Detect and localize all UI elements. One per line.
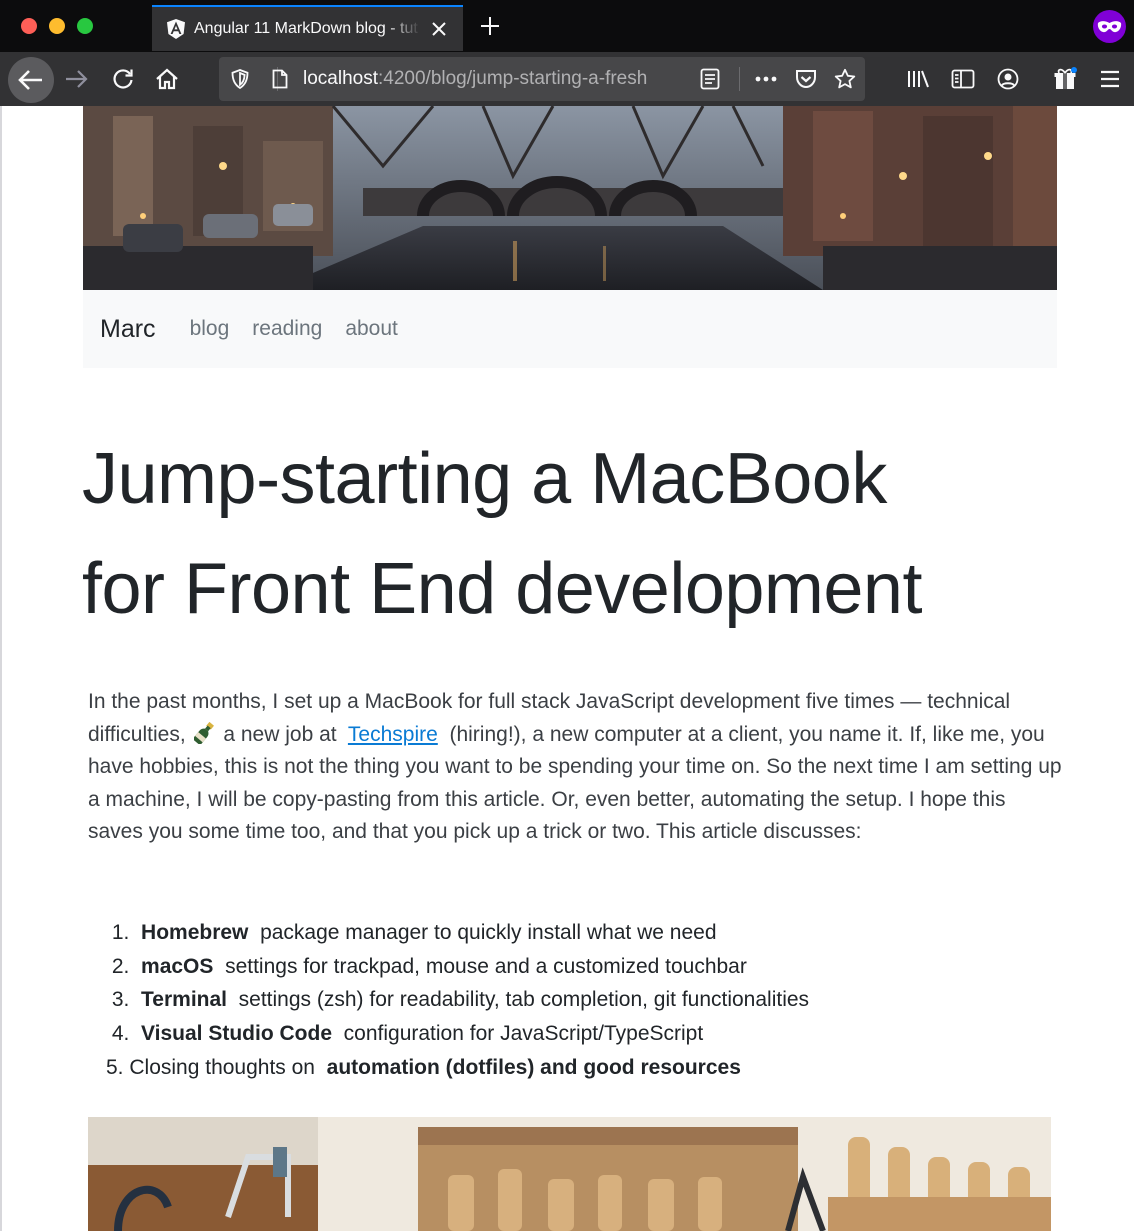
page-icon xyxy=(269,57,291,101)
tab-title: Angular 11 MarkDown blog - tut xyxy=(194,20,418,37)
browser-chrome: Angular 11 MarkDown blog - tut localhost… xyxy=(0,0,1134,106)
list-number: 1. xyxy=(111,921,130,944)
url-separator xyxy=(739,67,740,91)
window-maximize-button[interactable] xyxy=(77,18,93,34)
pocket-icon[interactable] xyxy=(792,57,820,101)
list-item: 3. Terminal settings (zsh) for readabili… xyxy=(106,983,1066,1017)
list-item: 4. Visual Studio Code configuration for … xyxy=(106,1017,1066,1051)
gift-icon[interactable] xyxy=(1050,52,1080,106)
new-tab-button[interactable] xyxy=(476,12,504,40)
list-item-text: settings for trackpad, mouse and a custo… xyxy=(225,954,747,978)
tab-strip: Angular 11 MarkDown blog - tut xyxy=(0,0,1134,52)
list-item-bold: Homebrew xyxy=(141,921,249,944)
post-intro: In the past months, I set up a MacBook f… xyxy=(88,686,1063,849)
list-item-bold: Terminal xyxy=(141,988,227,1012)
window-minimize-button[interactable] xyxy=(49,18,65,34)
sidebar-icon[interactable] xyxy=(948,52,978,106)
page-content: Marc blog reading about Jump-starting a … xyxy=(0,106,1134,1231)
url-host: localhost xyxy=(303,68,378,89)
menu-icon[interactable] xyxy=(1095,52,1125,106)
bookmark-star-icon[interactable] xyxy=(831,57,859,101)
nav-link-blog[interactable]: blog xyxy=(190,317,230,341)
angular-icon xyxy=(166,19,186,39)
window-close-button[interactable] xyxy=(21,18,37,34)
reader-view-icon[interactable] xyxy=(697,57,723,101)
list-item-bold: macOS xyxy=(141,954,214,978)
list-number: 4. xyxy=(111,1022,130,1046)
list-item: 1. Homebrew package manager to quickly i… xyxy=(106,916,1066,950)
list-item: 5. Closing thoughts on automation (dotfi… xyxy=(106,1051,1066,1085)
more-actions-icon[interactable] xyxy=(752,57,780,101)
nav-link-about[interactable]: about xyxy=(345,317,398,341)
list-item-bold: automation (dotfiles) and good resources xyxy=(326,1055,741,1079)
private-browsing-icon xyxy=(1093,10,1126,43)
library-icon[interactable] xyxy=(904,52,934,106)
champagne-icon xyxy=(191,721,214,746)
list-item: 2. macOS settings for trackpad, mouse an… xyxy=(106,950,1066,984)
url-bar[interactable]: localhost:4200/blog/jump-starting-a-fres… xyxy=(219,57,865,101)
site-navbar: Marc blog reading about xyxy=(83,290,1057,368)
url-path: :4200/blog/jump-starting-a-fresh xyxy=(378,68,648,89)
article-image xyxy=(88,1117,1051,1231)
navigation-toolbar: localhost:4200/blog/jump-starting-a-fres… xyxy=(0,52,1134,106)
close-icon[interactable] xyxy=(427,17,451,41)
list-item-text: package manager to quickly install what … xyxy=(260,921,717,944)
site-brand[interactable]: Marc xyxy=(100,315,156,344)
article-toc: 1. Homebrew package manager to quickly i… xyxy=(106,916,1066,1085)
list-number: 5. xyxy=(106,1055,124,1079)
hero-image xyxy=(83,106,1057,290)
post-title-line-1: Jump-starting a MacBook xyxy=(82,439,887,519)
window-edge xyxy=(0,106,2,1231)
tab-active[interactable]: Angular 11 MarkDown blog - tut xyxy=(152,5,463,51)
home-button[interactable] xyxy=(152,52,182,106)
post-title: Jump-starting a MacBook for Front End de… xyxy=(82,424,1082,644)
back-button[interactable] xyxy=(8,57,54,103)
shield-icon[interactable] xyxy=(229,57,251,101)
nav-link-reading[interactable]: reading xyxy=(252,317,322,341)
list-item-bold: Visual Studio Code xyxy=(141,1022,332,1046)
list-item-text: Closing thoughts on xyxy=(129,1055,315,1079)
techspire-link[interactable]: Techspire xyxy=(348,723,438,746)
list-item-text: settings (zsh) for readability, tab comp… xyxy=(238,988,810,1012)
list-number: 3. xyxy=(111,988,130,1012)
list-number: 2. xyxy=(111,954,130,978)
reload-button[interactable] xyxy=(108,52,138,106)
post-title-line-2: for Front End development xyxy=(82,549,922,629)
list-item-text: configuration for JavaScript/TypeScript xyxy=(343,1022,704,1046)
account-icon[interactable] xyxy=(993,52,1023,106)
intro-text-2: a new job at xyxy=(223,722,337,746)
forward-button[interactable] xyxy=(62,52,92,106)
url-text[interactable]: localhost:4200/blog/jump-starting-a-fres… xyxy=(303,57,683,101)
